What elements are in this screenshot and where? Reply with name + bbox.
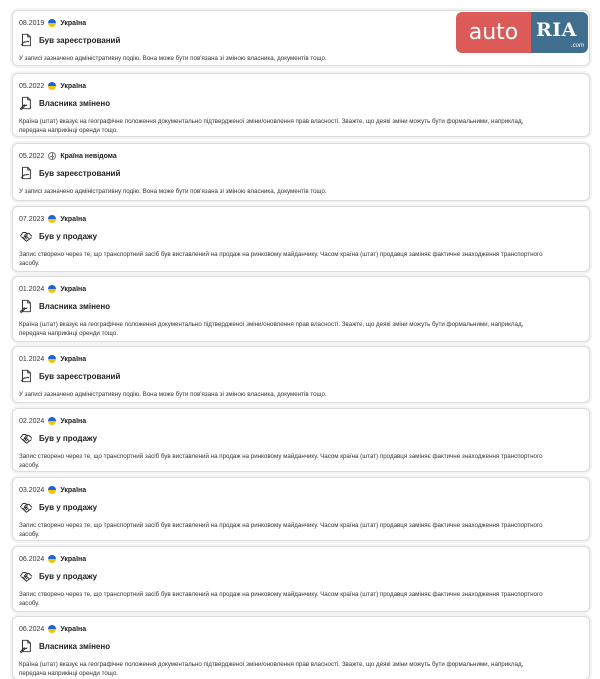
event-country: Країна невідома bbox=[60, 152, 117, 160]
card-title-row: Був у продажу bbox=[19, 430, 97, 446]
for-sale-icon bbox=[19, 500, 33, 514]
card-title-row: Власника змінено bbox=[19, 638, 110, 654]
for-sale-icon bbox=[19, 569, 33, 583]
card-header: 02.2024 Україна bbox=[19, 415, 86, 427]
event-description: У записі зазначено адміністративну подію… bbox=[19, 188, 327, 195]
logo-com-text: .com bbox=[570, 43, 584, 49]
owner-changed-icon bbox=[19, 639, 33, 654]
history-card: 07.2023 Україна Був у продажу Запис ство… bbox=[12, 206, 590, 272]
event-date: 01.2024 bbox=[19, 285, 45, 293]
registered-icon bbox=[19, 166, 33, 180]
event-date: 05.2022 bbox=[19, 152, 45, 160]
owner-changed-icon bbox=[19, 299, 33, 314]
card-header: 08.2019 Україна bbox=[19, 17, 86, 29]
event-country: Україна bbox=[60, 417, 87, 425]
card-header: 05.2022 Україна bbox=[19, 80, 86, 92]
history-card: 01.2024 Україна Був зареєстрований У зап… bbox=[12, 346, 590, 403]
card-title-row: Був у продажу bbox=[19, 568, 97, 584]
card-title-row: Власника змінено bbox=[19, 95, 110, 111]
event-title: Власника змінено bbox=[39, 301, 111, 311]
event-date: 06.2024 bbox=[19, 555, 45, 563]
event-title: Був у продажу bbox=[39, 231, 98, 241]
event-country: Україна bbox=[60, 555, 87, 563]
event-country: Україна bbox=[60, 82, 87, 90]
card-header: 06.2024 Україна bbox=[19, 623, 86, 635]
ukraine-flag-icon bbox=[48, 555, 57, 563]
event-date: 02.2024 bbox=[19, 417, 45, 425]
event-description: Запис створено через те, що транспортний… bbox=[19, 251, 543, 267]
event-title: Був у продажу bbox=[39, 571, 98, 581]
card-header: 07.2023 Україна bbox=[19, 213, 86, 225]
event-description: У записі зазначено адміністративну подію… bbox=[19, 55, 327, 62]
event-date: 06.2024 bbox=[19, 625, 45, 633]
globe-icon bbox=[48, 152, 57, 160]
ukraine-flag-icon bbox=[48, 355, 57, 363]
ukraine-flag-icon bbox=[48, 285, 57, 293]
event-date: 03.2024 bbox=[19, 486, 45, 494]
card-title-row: Був у продажу bbox=[19, 228, 97, 244]
for-sale-icon bbox=[19, 431, 33, 445]
card-header: 01.2024 Україна bbox=[19, 283, 86, 295]
for-sale-icon bbox=[19, 229, 33, 243]
event-date: 07.2023 bbox=[19, 215, 45, 223]
event-date: 05.2022 bbox=[19, 82, 45, 90]
event-description: Країна (штат) вказує на географічне поло… bbox=[19, 118, 524, 134]
card-title-row: Власника змінено bbox=[19, 298, 110, 314]
history-card: 01.2024 Україна Власника змінено Країна … bbox=[12, 276, 590, 342]
registered-icon bbox=[19, 33, 33, 47]
card-header: 06.2024 Україна bbox=[19, 553, 86, 565]
event-description: Запис створено через те, що транспортний… bbox=[19, 453, 543, 469]
event-description: У записі зазначено адміністративну подію… bbox=[19, 391, 327, 398]
event-date: 01.2024 bbox=[19, 355, 45, 363]
ukraine-flag-icon bbox=[48, 82, 57, 90]
event-country: Україна bbox=[60, 486, 87, 494]
event-country: Україна bbox=[60, 285, 87, 293]
logo-ria-block: RIA .com bbox=[531, 12, 588, 53]
card-title-row: Був у продажу bbox=[19, 499, 97, 515]
event-description: Запис створено через те, що транспортний… bbox=[19, 591, 543, 607]
card-title-row: Був зареєстрований bbox=[19, 32, 120, 48]
card-header: 05.2022 Країна невідома bbox=[19, 150, 117, 162]
card-header: 03.2024 Україна bbox=[19, 484, 86, 496]
history-card: 02.2024 Україна Був у продажу Запис ство… bbox=[12, 408, 590, 472]
history-card: 05.2022 Країна невідома Був зареєстрован… bbox=[12, 143, 590, 201]
event-country: Україна bbox=[60, 625, 87, 633]
logo-ria-text: RIA bbox=[536, 19, 577, 41]
card-header: 01.2024 Україна bbox=[19, 353, 86, 365]
event-description: Країна (штат) вказує на географічне поло… bbox=[19, 661, 524, 677]
owner-changed-icon bbox=[19, 96, 33, 111]
registered-icon bbox=[19, 369, 33, 383]
event-title: Був зареєстрований bbox=[39, 371, 121, 381]
event-title: Був зареєстрований bbox=[39, 168, 121, 178]
event-country: Україна bbox=[60, 355, 87, 363]
history-card: 06.2024 Україна Був у продажу Запис ство… bbox=[12, 546, 590, 612]
ukraine-flag-icon bbox=[48, 625, 57, 633]
ukraine-flag-icon bbox=[48, 19, 57, 27]
event-title: Був зареєстрований bbox=[39, 35, 121, 45]
logo-auto-text: auto bbox=[456, 12, 531, 53]
event-date: 08.2019 bbox=[19, 19, 45, 27]
event-title: Був у продажу bbox=[39, 502, 98, 512]
event-country: Україна bbox=[60, 19, 87, 27]
history-card: 05.2022 Україна Власника змінено Країна … bbox=[12, 73, 590, 137]
ukraine-flag-icon bbox=[48, 417, 57, 425]
event-title: Був у продажу bbox=[39, 433, 98, 443]
autoria-logo: auto RIA .com bbox=[456, 12, 588, 53]
event-title: Власника змінено bbox=[39, 641, 111, 651]
history-card: 03.2024 Україна Був у продажу Запис ство… bbox=[12, 477, 590, 541]
ukraine-flag-icon bbox=[48, 215, 57, 223]
history-card: 06.2024 Україна Власника змінено Країна … bbox=[12, 616, 590, 679]
card-title-row: Був зареєстрований bbox=[19, 165, 120, 181]
event-title: Власника змінено bbox=[39, 98, 111, 108]
event-description: Країна (штат) вказує на географічне поло… bbox=[19, 321, 524, 337]
card-title-row: Був зареєстрований bbox=[19, 368, 120, 384]
event-description: Запис створено через те, що транспортний… bbox=[19, 522, 543, 538]
ukraine-flag-icon bbox=[48, 486, 57, 494]
event-country: Україна bbox=[60, 215, 87, 223]
